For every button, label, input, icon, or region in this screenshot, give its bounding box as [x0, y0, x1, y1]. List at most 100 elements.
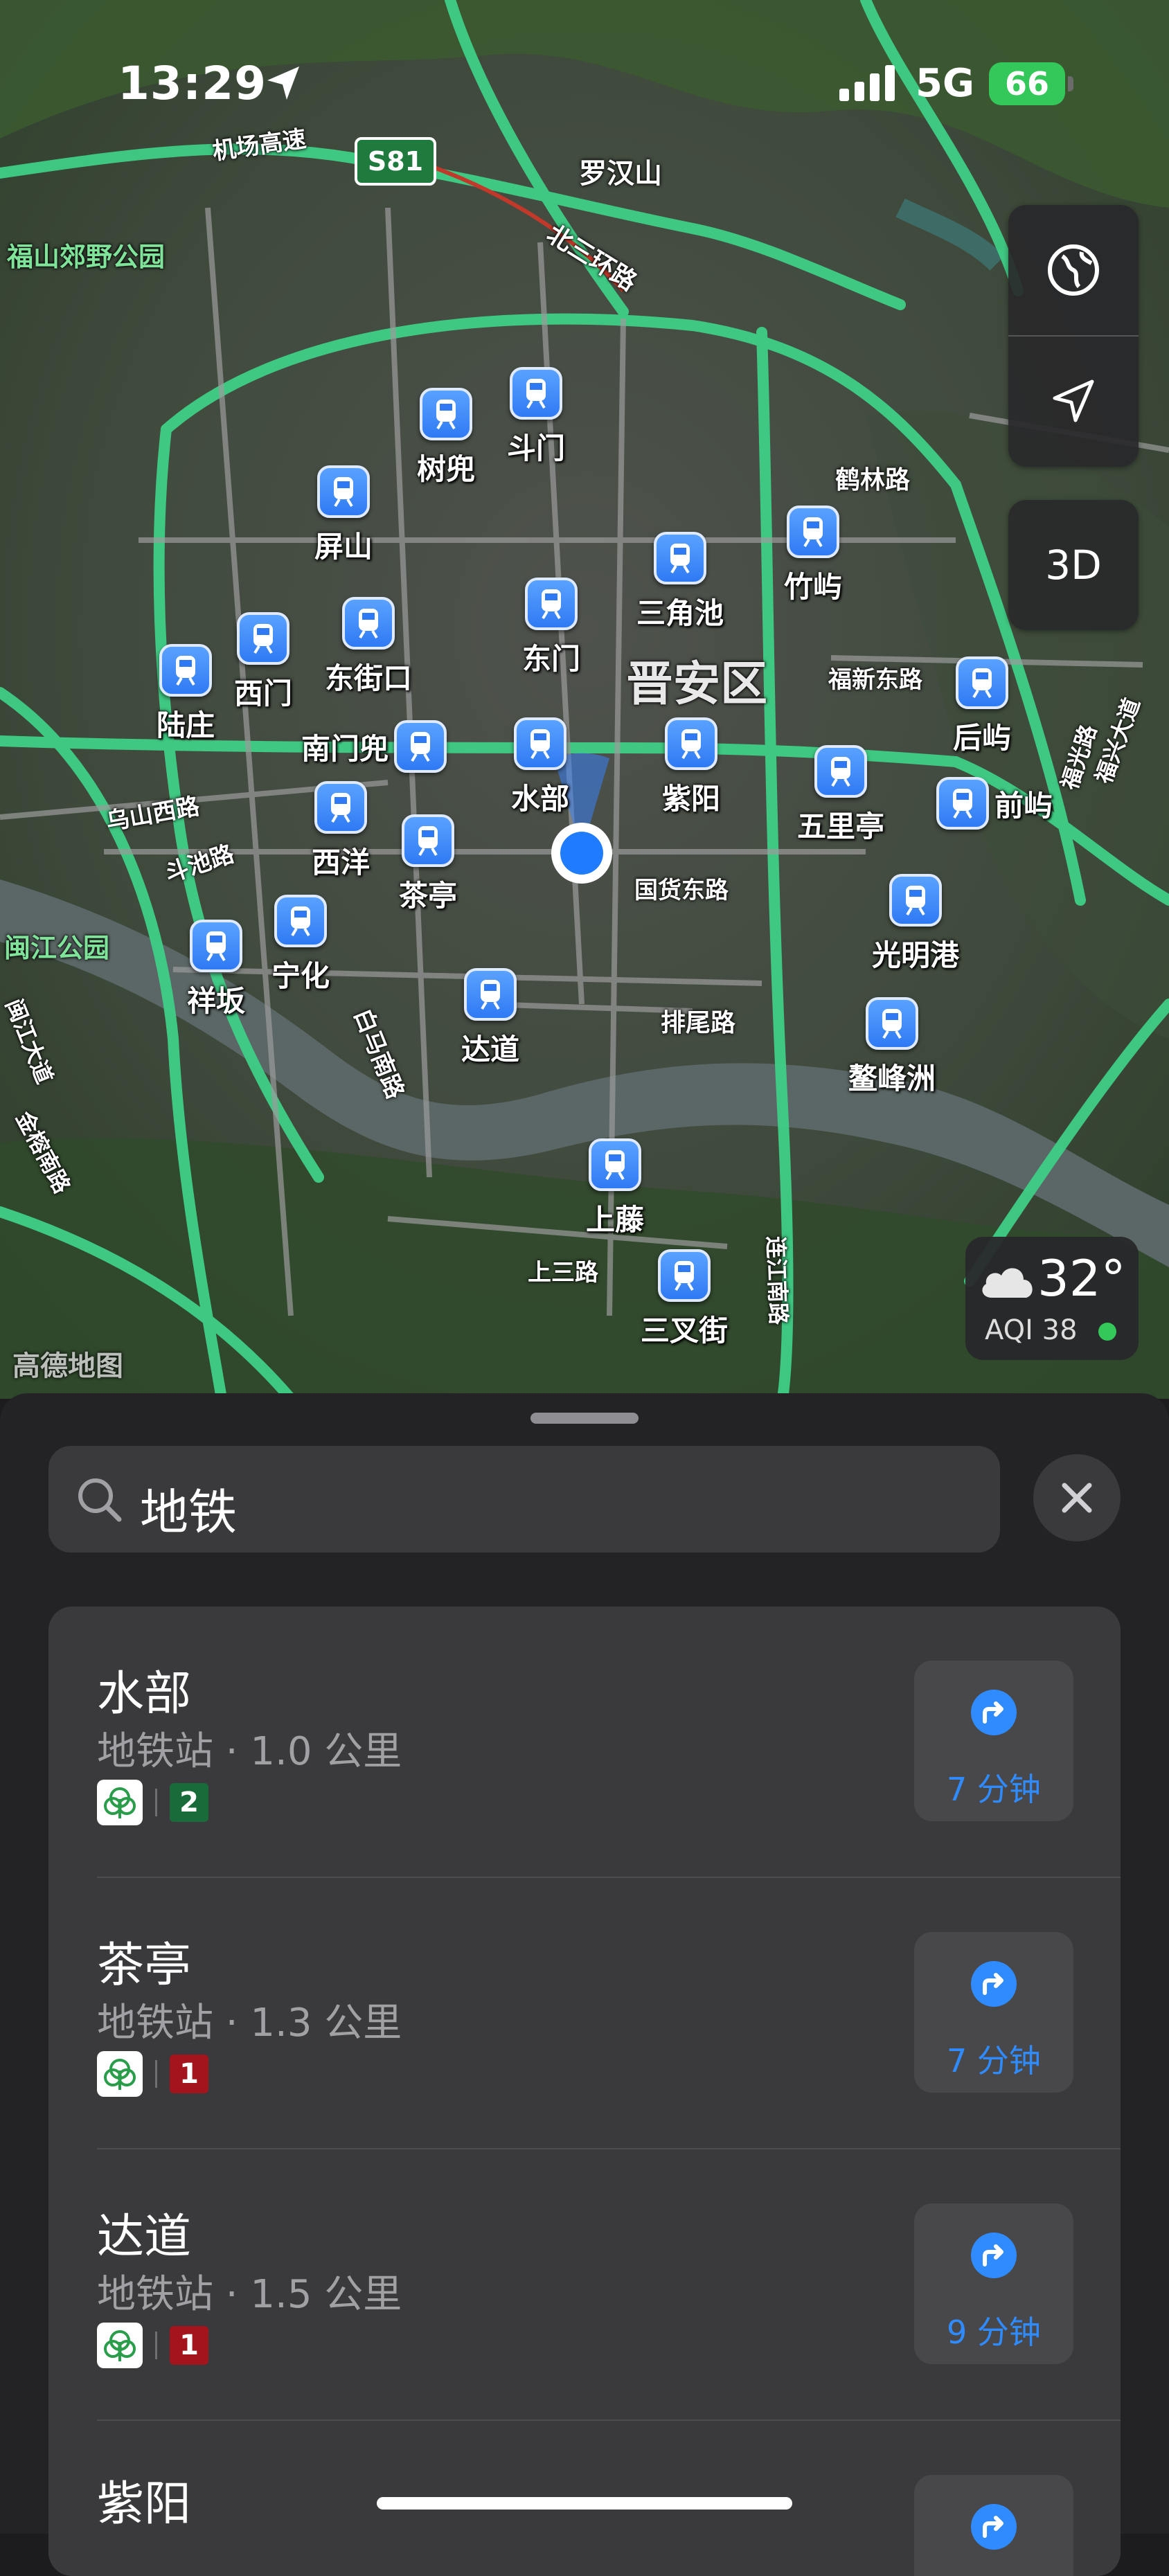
battery-tip — [1068, 76, 1073, 91]
view-3d-button[interactable]: 3D — [1008, 500, 1139, 630]
map-station[interactable]: 后屿 — [953, 656, 1011, 757]
map-station-label: 树兜 — [416, 452, 476, 486]
highway-shield-label: S81 — [367, 146, 424, 177]
metro-station-icon — [664, 717, 717, 770]
battery-level: 66 — [1004, 65, 1049, 102]
locate-me-button[interactable] — [1008, 337, 1139, 467]
map-station[interactable]: 三叉街 — [641, 1249, 728, 1350]
weather-widget[interactable]: 32° AQI 38 — [965, 1237, 1139, 1360]
line-badge: 1 — [170, 2055, 208, 2093]
map-station-label: 宁化 — [271, 959, 330, 993]
map-station[interactable]: 前屿 — [936, 777, 1053, 830]
sheet-grabber[interactable] — [530, 1413, 639, 1424]
result-name: 紫阳 — [97, 2477, 192, 2532]
map-station-label: 陆庄 — [156, 708, 215, 742]
eta-label: 7 分钟 — [947, 2042, 1041, 2079]
map-station[interactable]: 东门 — [522, 578, 580, 678]
separator — [155, 2332, 157, 2359]
result-subtitle: 地铁站 · 1.5 公里 — [97, 2272, 402, 2317]
metro-station-icon — [189, 920, 242, 972]
map-station[interactable]: 宁化 — [271, 895, 330, 995]
map-station-label: 三叉街 — [640, 1314, 729, 1348]
map-station-label: 西洋 — [311, 846, 371, 879]
map-station[interactable]: 西洋 — [312, 781, 370, 882]
search-results-sheet: 地铁 水部 地铁站 · 1.0 公里 2 7 分钟 茶亭 地铁站 · 1.3 公… — [0, 1393, 1169, 2576]
cloud-icon — [982, 1268, 1033, 1298]
map-view[interactable]: S81 罗汉山 福山郊野公园 闽江公园 机场高速 北三环路 鹤林路 福新东路 国… — [0, 0, 1169, 1399]
map-station[interactable]: 东街口 — [325, 597, 412, 697]
map-station-label: 茶亭 — [398, 879, 458, 913]
search-query[interactable]: 地铁 — [140, 1474, 237, 1544]
map-station-label: 祥坂 — [186, 984, 246, 1018]
map-station[interactable]: 紫阳 — [662, 717, 720, 818]
directions-button[interactable]: 7 分钟 — [914, 1661, 1073, 1821]
directions-button[interactable]: 7 分钟 — [914, 1932, 1073, 2093]
metro-station-icon — [341, 597, 395, 650]
results-list: 水部 地铁站 · 1.0 公里 2 7 分钟 茶亭 地铁站 · 1.3 公里 1 — [48, 1607, 1121, 2576]
map-station[interactable]: 南门兜 — [301, 720, 447, 773]
globe-icon — [1048, 244, 1099, 296]
list-item[interactable]: 达道 地铁站 · 1.5 公里 1 9 分钟 — [48, 2149, 1121, 2420]
result-name: 茶亭 — [97, 1938, 192, 1993]
map-controls — [1008, 205, 1139, 467]
metro-logo-icon — [97, 1780, 143, 1825]
close-button[interactable] — [1033, 1454, 1121, 1541]
metro-station-icon — [786, 506, 839, 558]
map-station-label: 前屿 — [994, 788, 1053, 823]
map-station-label: 光明港 — [871, 938, 960, 972]
metro-station-icon — [653, 532, 706, 584]
list-item[interactable]: 水部 地铁站 · 1.0 公里 2 7 分钟 — [48, 1607, 1121, 1877]
map-station[interactable]: 茶亭 — [399, 814, 457, 915]
map-station-label: 紫阳 — [661, 782, 721, 816]
location-services-icon — [267, 66, 299, 100]
metro-station-icon — [814, 745, 867, 798]
metro-station-icon — [316, 465, 370, 518]
map-station[interactable]: 西门 — [234, 612, 292, 713]
map-station[interactable]: 竹屿 — [784, 506, 842, 606]
map-station-label: 上藤 — [585, 1203, 645, 1237]
map-credit: 高德地图 — [12, 1350, 123, 1382]
view-3d-label: 3D — [1045, 542, 1102, 589]
metro-station-icon — [936, 777, 989, 830]
result-name: 达道 — [97, 2210, 192, 2264]
map-label: 闽江公园 — [4, 933, 110, 963]
map-station[interactable]: 树兜 — [417, 388, 475, 488]
metro-station-icon — [419, 388, 472, 440]
map-station[interactable]: 斗门 — [507, 367, 565, 467]
map-station[interactable]: 陆庄 — [157, 644, 215, 744]
map-station[interactable]: 鳌峰洲 — [848, 997, 936, 1098]
map-station[interactable]: 上藤 — [586, 1138, 644, 1239]
directions-icon — [971, 2233, 1017, 2278]
map-station[interactable]: 三角池 — [636, 532, 724, 632]
map-mode-button[interactable] — [1008, 205, 1139, 335]
directions-button[interactable] — [914, 2475, 1073, 2576]
map-station-label: 竹屿 — [783, 570, 843, 604]
directions-icon — [971, 1690, 1017, 1735]
map-station[interactable]: 光明港 — [872, 874, 959, 974]
separator — [155, 2060, 157, 2088]
status-bar: 13:29 5G 66 — [0, 0, 1169, 110]
map-station[interactable]: 五里亭 — [797, 745, 884, 846]
map-station-label: 东门 — [521, 642, 581, 676]
map-station-label: 后屿 — [952, 721, 1012, 755]
map-station[interactable]: 达道 — [461, 968, 519, 1068]
list-item[interactable]: 茶亭 地铁站 · 1.3 公里 1 7 分钟 — [48, 1878, 1121, 2148]
home-indicator[interactable] — [377, 2497, 792, 2510]
map-station[interactable]: 水部 — [511, 717, 569, 818]
map-label: 鹤林路 — [835, 466, 911, 494]
directions-button[interactable]: 9 分钟 — [914, 2203, 1073, 2364]
line-badge: 1 — [170, 2326, 208, 2365]
map-label: 上三路 — [528, 1259, 598, 1287]
district-label: 晋安区 — [626, 657, 768, 712]
metro-logo-icon — [97, 2323, 143, 2368]
map-station[interactable]: 祥坂 — [187, 920, 245, 1020]
eta-label: 9 分钟 — [947, 2314, 1041, 2351]
map-label: 排尾路 — [661, 1009, 736, 1037]
metro-station-icon — [274, 895, 327, 947]
map-station[interactable]: 屏山 — [314, 465, 373, 566]
highway-shield: S81 — [355, 137, 436, 186]
search-field[interactable]: 地铁 — [48, 1446, 1000, 1553]
metro-station-icon — [236, 612, 289, 665]
result-name: 水部 — [97, 1667, 192, 1721]
map-station-label: 南门兜 — [301, 731, 389, 766]
